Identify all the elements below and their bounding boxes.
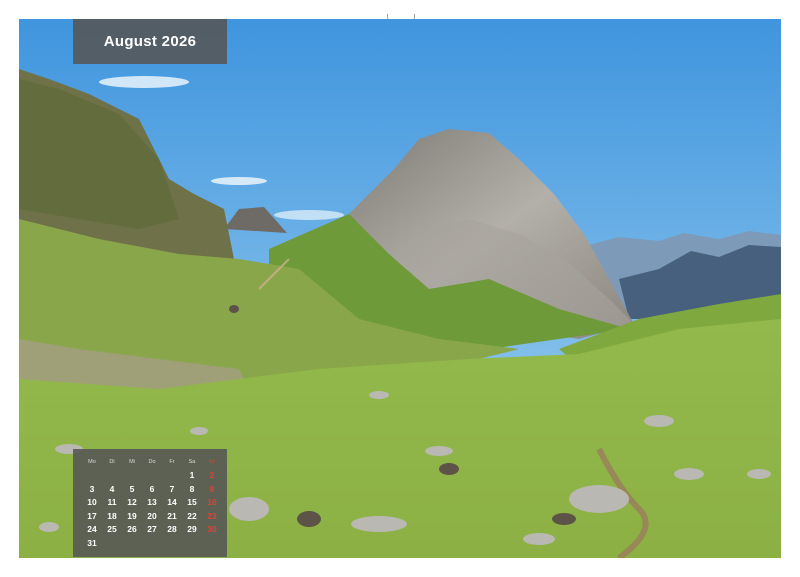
day-cell: 31 (87, 537, 97, 548)
weekday-label: Sa (188, 458, 196, 465)
weekday-label: Do (148, 458, 156, 465)
day-cell: 8 (189, 483, 195, 494)
day-cell: 1 (189, 470, 195, 481)
week-row: 3 4 5 6 7 8 9 (82, 482, 222, 496)
day-cell: 25 (107, 524, 117, 535)
day-cell-sunday: 16 (207, 497, 217, 508)
weekday-label-sunday: So (208, 458, 216, 465)
day-cell: 18 (107, 510, 117, 521)
week-row: 10 11 12 13 14 15 16 (82, 496, 222, 510)
day-cell: 7 (169, 483, 175, 494)
day-cell: 6 (149, 483, 155, 494)
month-calendar-grid: Mo Di Mi Do Fr Sa So 1 2 3 4 5 6 7 8 9 1… (73, 449, 227, 557)
weekday-label: Di (109, 458, 115, 465)
day-cell: 11 (107, 497, 117, 508)
day-cell: 10 (87, 497, 97, 508)
day-cell: 29 (187, 524, 197, 535)
weekday-label: Mi (129, 458, 135, 465)
week-row: 17 18 19 20 21 22 23 (82, 509, 222, 523)
weekday-label: Fr (169, 458, 175, 465)
week-row: 24 25 26 27 28 29 30 (82, 523, 222, 537)
day-cell: 5 (129, 483, 135, 494)
day-cell: 21 (167, 510, 177, 521)
day-cell-sunday: 2 (209, 470, 215, 481)
day-cell: 19 (127, 510, 137, 521)
day-cell-sunday: 30 (207, 524, 217, 535)
day-cell-sunday: 23 (207, 510, 217, 521)
day-cell: 24 (87, 524, 97, 535)
day-cell: 20 (147, 510, 157, 521)
week-row: 31 (82, 536, 222, 550)
weekday-label: Mo (88, 458, 96, 465)
day-cell: 13 (147, 497, 157, 508)
day-cell: 15 (187, 497, 197, 508)
week-row: 1 2 (82, 469, 222, 483)
day-cell: 27 (147, 524, 157, 535)
day-cell-sunday: 9 (209, 483, 215, 494)
day-cell: 22 (187, 510, 197, 521)
day-cell: 3 (89, 483, 95, 494)
day-cell: 26 (127, 524, 137, 535)
day-cell: 14 (167, 497, 177, 508)
day-cell: 12 (127, 497, 137, 508)
weekday-header-row: Mo Di Mi Do Fr Sa So (82, 455, 222, 469)
month-title: August 2026 (73, 19, 227, 64)
day-cell: 4 (109, 483, 115, 494)
day-cell: 28 (167, 524, 177, 535)
day-cell: 17 (87, 510, 97, 521)
